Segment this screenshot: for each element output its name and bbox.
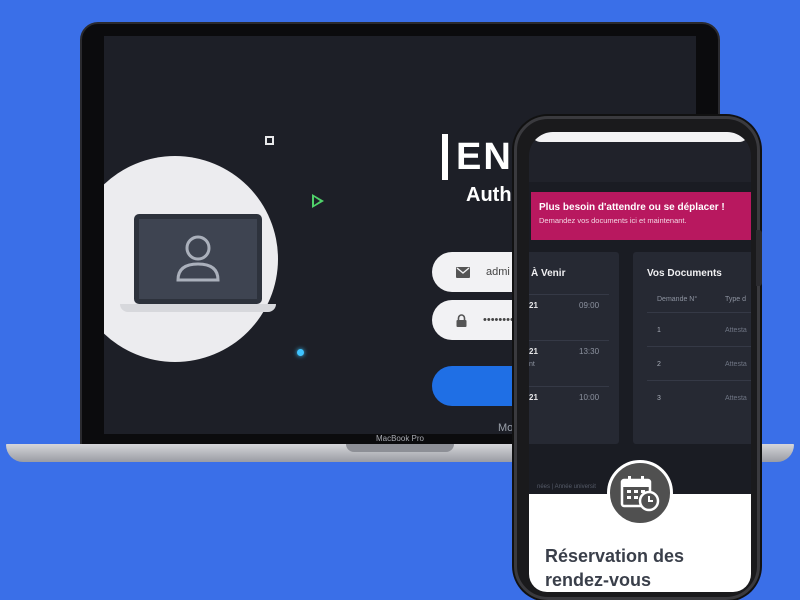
document-type: Attesta (725, 361, 747, 368)
request-number: 3 (657, 395, 661, 402)
request-number: 2 (657, 361, 661, 368)
document-type: Attesta (725, 395, 747, 402)
appointment-time: 10:00 (579, 393, 600, 402)
appointment-date: 21 (529, 393, 538, 402)
document-type: Attesta (725, 327, 747, 334)
documents-card: Vos Documents Demande N° Type d 1 Attest… (633, 252, 751, 444)
table-row[interactable]: 2 Attesta (647, 346, 751, 380)
documents-title: Vos Documents (647, 268, 722, 279)
list-item[interactable]: 21 13:30 nt (529, 340, 609, 386)
laptop-brand-label: MacBook Pro (375, 434, 425, 443)
phone-side-button (756, 230, 762, 286)
request-number: 1 (657, 327, 661, 334)
column-header-type: Type d (725, 296, 747, 303)
decorative-square (265, 136, 274, 145)
email-value: admi (486, 266, 510, 278)
phone-screen: Plus besoin d'attendre ou se déplacer ! … (529, 132, 751, 592)
list-item[interactable]: 21 09:00 (529, 294, 609, 340)
brand-bar (442, 134, 448, 180)
computer-stand (120, 304, 276, 312)
appointment-date: 21 (529, 301, 538, 310)
table-row[interactable]: 3 Attesta (647, 380, 751, 414)
column-header-request: Demande N° (657, 296, 698, 303)
appointment-date: 21 (529, 347, 538, 356)
reservation-title[interactable]: Réservation des rendez-vous (545, 544, 745, 592)
upcoming-card: À Venir 21 09:00 21 13:30 nt 21 10:00 (529, 252, 619, 444)
appointment-time: 13:30 (579, 347, 600, 356)
user-icon (176, 235, 220, 282)
mail-icon (456, 266, 470, 278)
phone-topbar (529, 132, 751, 182)
footer-text: nées | Année universit (537, 484, 596, 490)
lock-icon (456, 313, 467, 327)
banner-subtitle: Demandez vos documents ici et maintenant… (539, 216, 687, 225)
phone-notch (531, 132, 749, 142)
upcoming-title: À Venir (531, 268, 566, 279)
table-row[interactable]: 1 Attesta (647, 312, 751, 346)
appointment-note: nt (529, 361, 535, 368)
laptop-notch (346, 444, 454, 452)
banner-title: Plus besoin d'attendre ou se déplacer ! (539, 202, 725, 213)
calendar-clock-icon (607, 460, 673, 526)
brand-subtitle: Auth (466, 184, 512, 206)
list-item[interactable]: 21 10:00 (529, 386, 609, 432)
decorative-dot (297, 349, 304, 356)
info-banner: Plus besoin d'attendre ou se déplacer ! … (531, 192, 751, 240)
appointment-time: 09:00 (579, 301, 600, 310)
decorative-triangle (312, 194, 324, 208)
password-value: •••••••• (483, 314, 514, 326)
